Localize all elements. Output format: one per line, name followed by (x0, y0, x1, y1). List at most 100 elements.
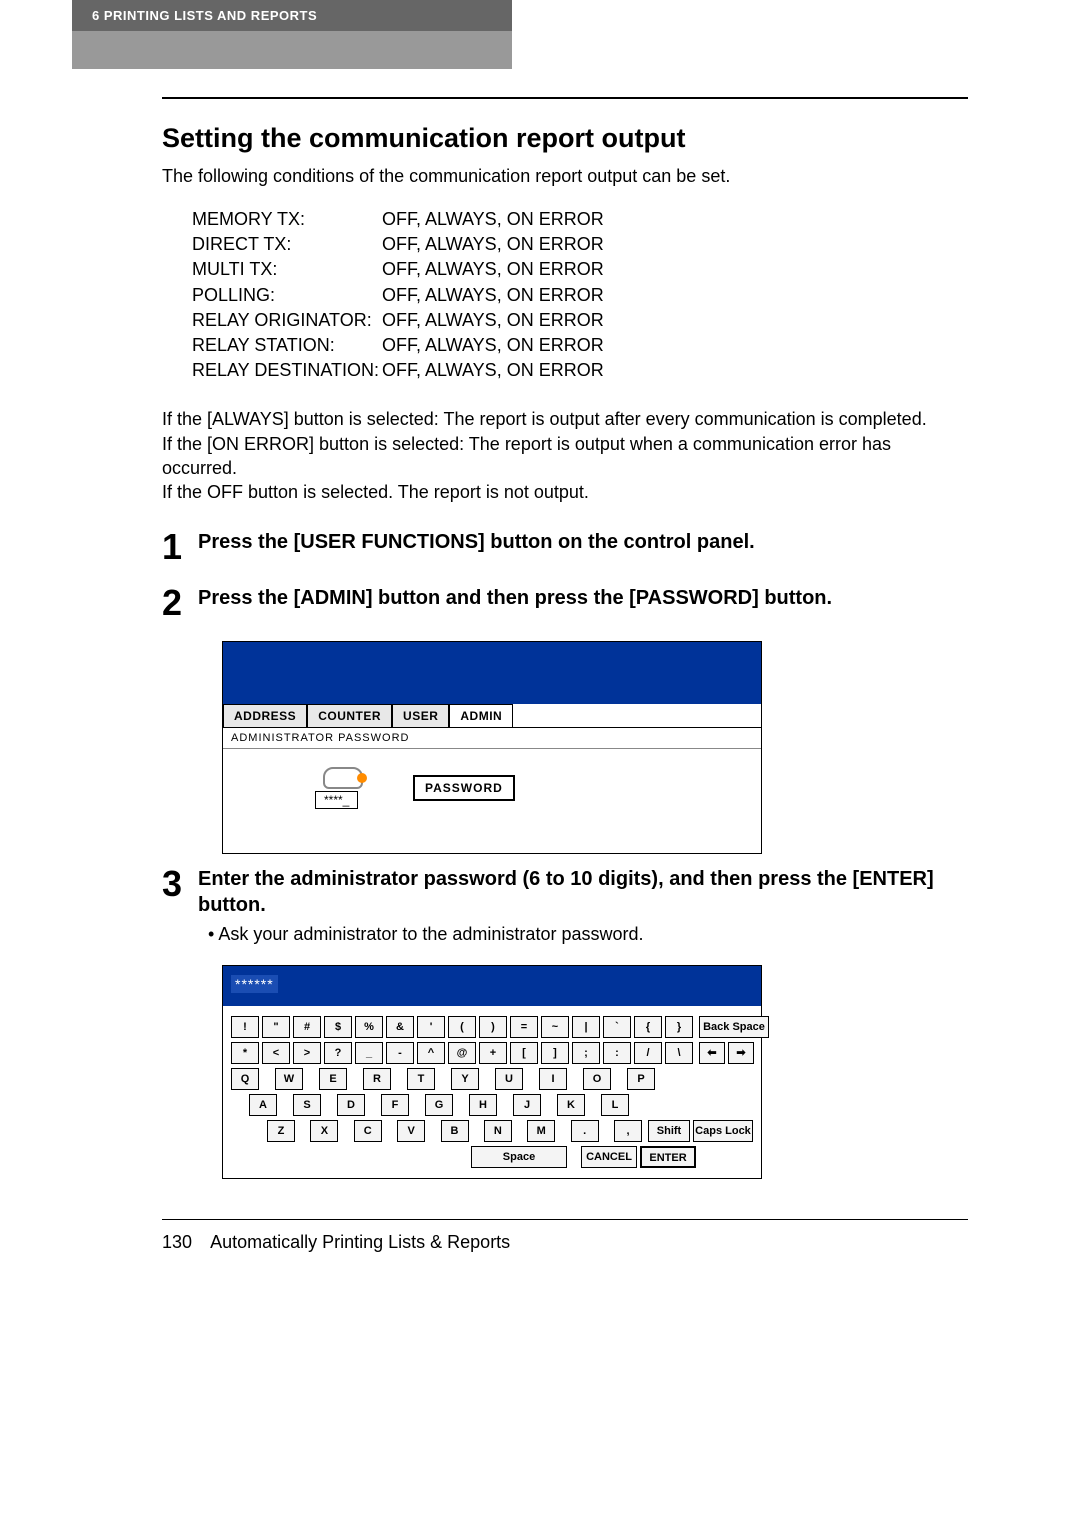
key[interactable]: L (601, 1094, 629, 1116)
key[interactable]: ` (603, 1016, 631, 1038)
key[interactable]: S (293, 1094, 321, 1116)
key[interactable]: T (407, 1068, 435, 1090)
screenshot-keyboard: ****** ! " # $ % & ' ( ) = ~ | ` { (222, 965, 762, 1179)
setting-label: POLLING: (192, 283, 382, 308)
key[interactable]: Y (451, 1068, 479, 1090)
setting-label: RELAY ORIGINATOR: (192, 308, 382, 333)
key[interactable]: X (310, 1120, 338, 1142)
key[interactable]: A (249, 1094, 277, 1116)
key[interactable]: ! (231, 1016, 259, 1038)
password-display: ****_ (315, 791, 358, 809)
key[interactable]: C (354, 1120, 382, 1142)
key[interactable]: ) (479, 1016, 507, 1038)
divider-top (162, 97, 968, 99)
setting-label: DIRECT TX: (192, 232, 382, 257)
key[interactable]: < (262, 1042, 290, 1064)
key[interactable]: = (510, 1016, 538, 1038)
key[interactable]: . (571, 1120, 599, 1142)
key[interactable]: / (634, 1042, 662, 1064)
step-3: 3 Enter the administrator password (6 to… (162, 866, 968, 945)
tab-user[interactable]: USER (392, 704, 449, 727)
key[interactable]: _ (355, 1042, 383, 1064)
key[interactable]: > (293, 1042, 321, 1064)
setting-label: MULTI TX: (192, 257, 382, 282)
key[interactable]: B (441, 1120, 469, 1142)
key[interactable]: ~ (541, 1016, 569, 1038)
key[interactable]: N (484, 1120, 512, 1142)
key[interactable]: W (275, 1068, 303, 1090)
key[interactable]: \ (665, 1042, 693, 1064)
key[interactable]: Q (231, 1068, 259, 1090)
section-title: Setting the communication report output (162, 123, 968, 154)
admin-password-label: ADMINISTRATOR PASSWORD (223, 727, 761, 748)
note-line: If the [ALWAYS] button is selected: The … (162, 407, 968, 431)
key-icon (323, 767, 363, 789)
key[interactable]: : (603, 1042, 631, 1064)
key[interactable]: D (337, 1094, 365, 1116)
key[interactable]: R (363, 1068, 391, 1090)
key[interactable]: Z (267, 1120, 295, 1142)
note-line: If the OFF button is selected. The repor… (162, 480, 968, 504)
key[interactable]: H (469, 1094, 497, 1116)
tab-address[interactable]: ADDRESS (223, 704, 307, 727)
note-line: If the [ON ERROR] button is selected: Th… (162, 432, 968, 481)
tab-admin[interactable]: ADMIN (449, 704, 513, 727)
key[interactable]: + (479, 1042, 507, 1064)
key[interactable]: @ (448, 1042, 476, 1064)
key[interactable]: * (231, 1042, 259, 1064)
tab-counter[interactable]: COUNTER (307, 704, 392, 727)
grey-block (72, 31, 512, 69)
key[interactable]: ? (324, 1042, 352, 1064)
key[interactable]: K (557, 1094, 585, 1116)
key[interactable]: # (293, 1016, 321, 1038)
key[interactable]: U (495, 1068, 523, 1090)
setting-value: OFF, ALWAYS, ON ERROR (382, 257, 604, 282)
chapter-header: 6 PRINTING LISTS AND REPORTS (72, 0, 512, 31)
key[interactable]: ] (541, 1042, 569, 1064)
key[interactable]: | (572, 1016, 600, 1038)
key[interactable]: ^ (417, 1042, 445, 1064)
key[interactable]: ' (417, 1016, 445, 1038)
key[interactable]: ( (448, 1016, 476, 1038)
space-key[interactable]: Space (471, 1146, 567, 1168)
password-button[interactable]: PASSWORD (413, 775, 515, 801)
step-number: 3 (162, 866, 198, 945)
cancel-key[interactable]: CANCEL (581, 1146, 637, 1168)
screenshot-header-bar (223, 642, 761, 704)
key[interactable]: " (262, 1016, 290, 1038)
setting-label: RELAY DESTINATION: (192, 358, 382, 383)
setting-label: RELAY STATION: (192, 333, 382, 358)
arrow-left-key[interactable]: ⬅ (699, 1042, 725, 1064)
key[interactable]: - (386, 1042, 414, 1064)
key[interactable]: M (527, 1120, 555, 1142)
key[interactable]: P (627, 1068, 655, 1090)
key[interactable]: { (634, 1016, 662, 1038)
backspace-key[interactable]: Back Space (699, 1016, 769, 1038)
key[interactable]: [ (510, 1042, 538, 1064)
key[interactable]: , (614, 1120, 642, 1142)
divider-bottom (162, 1219, 968, 1220)
key[interactable]: $ (324, 1016, 352, 1038)
key[interactable]: ; (572, 1042, 600, 1064)
key[interactable]: E (319, 1068, 347, 1090)
capslock-key[interactable]: Caps Lock (693, 1120, 753, 1142)
key[interactable]: } (665, 1016, 693, 1038)
enter-key[interactable]: ENTER (640, 1146, 696, 1168)
key[interactable]: J (513, 1094, 541, 1116)
key[interactable]: G (425, 1094, 453, 1116)
key[interactable]: & (386, 1016, 414, 1038)
arrow-right-key[interactable]: ➡ (728, 1042, 754, 1064)
key[interactable]: V (397, 1120, 425, 1142)
setting-value: OFF, ALWAYS, ON ERROR (382, 358, 604, 383)
key[interactable]: F (381, 1094, 409, 1116)
key[interactable]: % (355, 1016, 383, 1038)
key[interactable]: I (539, 1068, 567, 1090)
tab-row: ADDRESS COUNTER USER ADMIN (223, 704, 761, 727)
settings-list: MEMORY TX:OFF, ALWAYS, ON ERROR DIRECT T… (192, 207, 968, 383)
step-title: Press the [ADMIN] button and then press … (198, 585, 968, 611)
setting-value: OFF, ALWAYS, ON ERROR (382, 308, 604, 333)
key[interactable]: O (583, 1068, 611, 1090)
shift-key[interactable]: Shift (648, 1120, 690, 1142)
step-title: Enter the administrator password (6 to 1… (198, 866, 968, 918)
step-2: 2 Press the [ADMIN] button and then pres… (162, 585, 968, 621)
